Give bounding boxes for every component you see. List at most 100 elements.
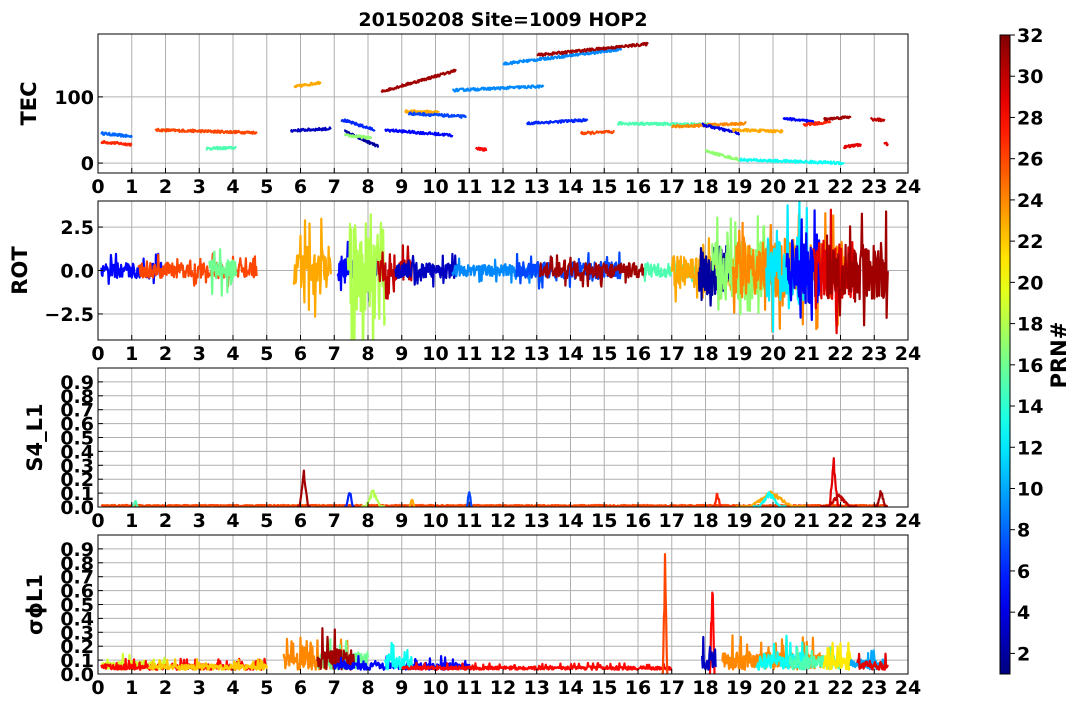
x-tick-label: 22: [827, 677, 853, 699]
x-tick-label: 9: [395, 176, 408, 198]
x-tick-label: 5: [260, 677, 273, 699]
colorbar-tick-label: 16: [1017, 355, 1043, 377]
x-tick-label: 6: [294, 176, 307, 198]
series-prn-5: [384, 128, 454, 138]
series-prn-28: [475, 146, 488, 152]
x-tick-label: 16: [625, 343, 651, 365]
colorbar-tick-label: 32: [1017, 25, 1043, 47]
x-tick-label: 23: [861, 176, 887, 198]
colorbar-tick-label: 22: [1017, 231, 1043, 253]
figure: 20150208 Site=1009 HOP2 0 1 2 3 4 5 6 7 8 9 10 11 12…: [8, 9, 1071, 699]
x-tick-label: 6: [294, 343, 307, 365]
series-prn-6: [340, 118, 376, 132]
y-tick-label: 2.5: [60, 217, 94, 239]
x-tick-label: 10: [422, 176, 448, 198]
x-tick-label: 18: [692, 677, 718, 699]
series-prn-23: [731, 127, 784, 134]
series-prn-27: [100, 139, 133, 147]
x-tick-label: 21: [794, 343, 820, 365]
x-tick-label: 12: [490, 176, 516, 198]
x-tick-label: 2: [159, 677, 172, 699]
series-prn-26: [100, 503, 889, 507]
panel-sigma_phi_L1: 0 1 2 3 4 5 6 7 8 9 10 11 12 13 14 15 16 17 18 19 20 21 22 23 24…: [23, 534, 921, 699]
series-prn-26: [661, 552, 669, 674]
x-tick-label: 17: [659, 677, 685, 699]
series-prn-21: [822, 641, 852, 671]
x-tick-label: 8: [361, 677, 374, 699]
x-tick-label: 14: [557, 343, 583, 365]
series-prn-7: [407, 111, 467, 119]
x-tick-label: 12: [490, 677, 516, 699]
colorbar-label: PRN#: [1047, 322, 1071, 389]
colorbar-tick-label: 24: [1017, 190, 1043, 212]
x-tick-label: 11: [456, 176, 482, 198]
x-tick-label: 4: [226, 176, 239, 198]
series-prn-15: [205, 145, 237, 151]
x-tick-label: 0: [91, 176, 104, 198]
x-tick-label: 15: [591, 176, 617, 198]
colorbar-tick-label: 20: [1017, 272, 1043, 294]
x-tick-label: 17: [659, 343, 685, 365]
series-prn-3: [289, 126, 332, 133]
series-prn-29: [842, 142, 862, 150]
series-prn-31: [296, 469, 312, 507]
x-tick-label: 14: [557, 677, 583, 699]
x-tick-label: 1: [125, 510, 138, 532]
x-tick-label: 20: [760, 176, 786, 198]
y-axis-label: σϕL1: [23, 574, 47, 635]
y-axis-label: TEC: [17, 81, 41, 125]
x-tick-label: 18: [692, 176, 718, 198]
x-tick-label: 22: [827, 176, 853, 198]
x-tick-label: 20: [760, 343, 786, 365]
x-tick-label: 16: [625, 677, 651, 699]
x-tick-label: 5: [260, 343, 273, 365]
x-tick-label: 7: [328, 510, 341, 532]
x-tick-label: 12: [490, 343, 516, 365]
x-tick-label: 2: [159, 343, 172, 365]
x-tick-label: 4: [226, 677, 239, 699]
x-tick-label: 23: [861, 343, 887, 365]
x-tick-label: 24: [895, 343, 921, 365]
colorbar-tick-label: 18: [1017, 314, 1043, 336]
colorbar-tick-label: 8: [1017, 520, 1030, 542]
x-tick-label: 9: [395, 343, 408, 365]
x-tick-label: 10: [422, 510, 448, 532]
x-tick-label: 6: [294, 510, 307, 532]
x-tick-label: 7: [328, 677, 341, 699]
x-tick-label: 3: [193, 510, 206, 532]
y-tick-label: 0.0: [60, 261, 94, 283]
colorbar-tick-label: 4: [1017, 602, 1030, 624]
colorbar-tick-label: 10: [1017, 478, 1043, 500]
colorbar-tick-label: 30: [1017, 66, 1043, 88]
x-tick-label: 2: [159, 510, 172, 532]
panel-ROT: 0 1 2 3 4 5 6 7 8 9 10 11 12 13 14 15 16 17 18 19 20 21 22 23 24…: [8, 200, 921, 365]
colorbar-tick-label: 26: [1017, 149, 1043, 171]
x-tick-label: 1: [125, 677, 138, 699]
y-axis-label: ROT: [8, 246, 32, 295]
series-prn-9: [451, 84, 545, 93]
x-tick-label: 14: [557, 176, 583, 198]
x-tick-label: 4: [226, 510, 239, 532]
x-tick-label: 23: [861, 677, 887, 699]
x-tick-label: 0: [91, 343, 104, 365]
x-tick-label: 21: [794, 677, 820, 699]
series-prn-23: [292, 217, 332, 318]
series-prn-30: [869, 116, 886, 123]
colorbar: 2468101214161820222426283032PRN#: [999, 25, 1071, 675]
x-tick-label: 9: [395, 677, 408, 699]
x-tick-label: 2: [159, 176, 172, 198]
x-tick-label: 15: [591, 343, 617, 365]
x-tick-label: 19: [726, 677, 752, 699]
x-tick-label: 13: [524, 677, 550, 699]
x-tick-label: 11: [456, 510, 482, 532]
colorbar-tick-label: 28: [1017, 107, 1043, 129]
x-tick-label: 23: [861, 510, 887, 532]
x-tick-label: 5: [260, 176, 273, 198]
series-prn-17: [704, 149, 741, 162]
x-tick-label: 8: [361, 343, 374, 365]
y-tick-label: 0.9: [60, 372, 94, 394]
x-tick-label: 15: [591, 510, 617, 532]
x-tick-label: 3: [193, 343, 206, 365]
x-tick-label: 8: [361, 510, 374, 532]
x-tick-label: 12: [490, 510, 516, 532]
